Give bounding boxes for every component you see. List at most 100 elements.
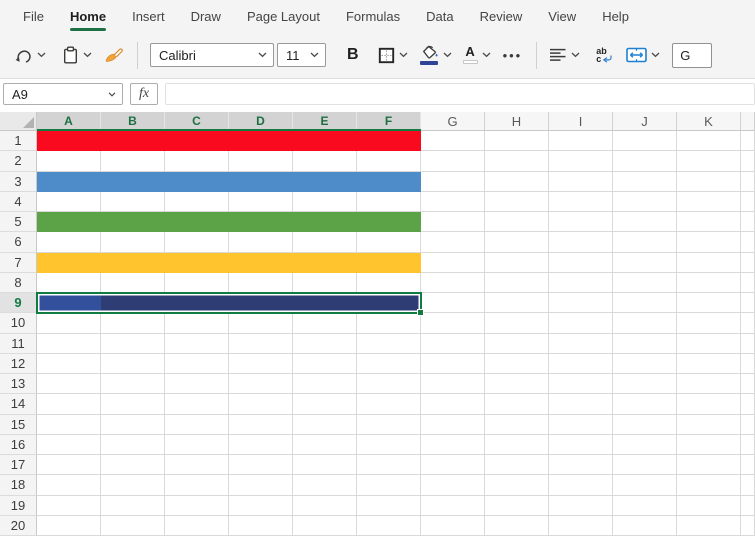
more-font-options-button[interactable]: ••• xyxy=(501,48,525,63)
tab-help[interactable]: Help xyxy=(589,0,642,33)
align-button[interactable] xyxy=(549,48,580,62)
cell-C19[interactable] xyxy=(165,496,229,516)
cell-F20[interactable] xyxy=(357,516,421,536)
cell-B12[interactable] xyxy=(101,354,165,374)
cell-G4[interactable] xyxy=(421,192,485,212)
cell-K4[interactable] xyxy=(677,192,741,212)
cell-B18[interactable] xyxy=(101,475,165,495)
cell-J3[interactable] xyxy=(613,172,677,192)
cell-I16[interactable] xyxy=(549,435,613,455)
cell-C8[interactable] xyxy=(165,273,229,293)
tab-file[interactable]: File xyxy=(10,0,57,33)
column-header-partial[interactable] xyxy=(741,112,755,131)
insert-function-button[interactable]: fx xyxy=(130,83,158,105)
cell-partial2[interactable] xyxy=(741,151,755,171)
cell-A19[interactable] xyxy=(37,496,101,516)
cell-I17[interactable] xyxy=(549,455,613,475)
cell-C17[interactable] xyxy=(165,455,229,475)
cell-A2[interactable] xyxy=(37,151,101,171)
cell-C15[interactable] xyxy=(165,415,229,435)
cell-H1[interactable] xyxy=(485,131,549,151)
cell-G6[interactable] xyxy=(421,232,485,252)
cell-F2[interactable] xyxy=(357,151,421,171)
cell-E15[interactable] xyxy=(293,415,357,435)
cell-A4[interactable] xyxy=(37,192,101,212)
cell-B17[interactable] xyxy=(101,455,165,475)
cell-C2[interactable] xyxy=(165,151,229,171)
cell-J6[interactable] xyxy=(613,232,677,252)
column-header-K[interactable]: K xyxy=(677,112,741,131)
cell-H11[interactable] xyxy=(485,334,549,354)
cell-I8[interactable] xyxy=(549,273,613,293)
cell-partial8[interactable] xyxy=(741,273,755,293)
cell-I6[interactable] xyxy=(549,232,613,252)
cell-B15[interactable] xyxy=(101,415,165,435)
cell-I20[interactable] xyxy=(549,516,613,536)
cell-K9[interactable] xyxy=(677,293,741,313)
row-header-1[interactable]: 1 xyxy=(0,131,37,151)
cell-partial7[interactable] xyxy=(741,253,755,273)
cell-K5[interactable] xyxy=(677,212,741,232)
cell-E6[interactable] xyxy=(293,232,357,252)
cell-K1[interactable] xyxy=(677,131,741,151)
cell-H19[interactable] xyxy=(485,496,549,516)
cell-G19[interactable] xyxy=(421,496,485,516)
bold-button[interactable]: B xyxy=(343,46,363,64)
cell-D15[interactable] xyxy=(229,415,293,435)
merge-cells-button[interactable] xyxy=(626,47,660,63)
cell-H9[interactable] xyxy=(485,293,549,313)
cell-C12[interactable] xyxy=(165,354,229,374)
cell-K2[interactable] xyxy=(677,151,741,171)
cell-J18[interactable] xyxy=(613,475,677,495)
undo-button[interactable] xyxy=(14,47,46,64)
cell-J2[interactable] xyxy=(613,151,677,171)
cell-K11[interactable] xyxy=(677,334,741,354)
font-name-select[interactable]: Calibri xyxy=(150,43,274,67)
cell-I2[interactable] xyxy=(549,151,613,171)
cell-D14[interactable] xyxy=(229,394,293,414)
cell-G8[interactable] xyxy=(421,273,485,293)
cell-E14[interactable] xyxy=(293,394,357,414)
cell-I7[interactable] xyxy=(549,253,613,273)
cell-partial3[interactable] xyxy=(741,172,755,192)
cell-partial9[interactable] xyxy=(741,293,755,313)
cell-G13[interactable] xyxy=(421,374,485,394)
cell-C6[interactable] xyxy=(165,232,229,252)
cell-J16[interactable] xyxy=(613,435,677,455)
column-header-I[interactable]: I xyxy=(549,112,613,131)
cell-E16[interactable] xyxy=(293,435,357,455)
cell-K19[interactable] xyxy=(677,496,741,516)
cell-C14[interactable] xyxy=(165,394,229,414)
row-header-20[interactable]: 20 xyxy=(0,516,37,536)
cell-J14[interactable] xyxy=(613,394,677,414)
format-painter-button[interactable] xyxy=(105,47,125,63)
cell-partial5[interactable] xyxy=(741,212,755,232)
tab-data[interactable]: Data xyxy=(413,0,466,33)
cell-F17[interactable] xyxy=(357,455,421,475)
cell-K14[interactable] xyxy=(677,394,741,414)
cell-D16[interactable] xyxy=(229,435,293,455)
cell-K6[interactable] xyxy=(677,232,741,252)
cell-H2[interactable] xyxy=(485,151,549,171)
cell-E13[interactable] xyxy=(293,374,357,394)
cell-J20[interactable] xyxy=(613,516,677,536)
cell-D4[interactable] xyxy=(229,192,293,212)
cell-D17[interactable] xyxy=(229,455,293,475)
cell-partial20[interactable] xyxy=(741,516,755,536)
cell-D10[interactable] xyxy=(229,313,293,333)
name-box[interactable]: A9 xyxy=(3,83,123,105)
cell-G11[interactable] xyxy=(421,334,485,354)
row-header-18[interactable]: 18 xyxy=(0,475,37,495)
tab-home[interactable]: Home xyxy=(57,0,119,33)
cell-G14[interactable] xyxy=(421,394,485,414)
cell-J19[interactable] xyxy=(613,496,677,516)
cell-C18[interactable] xyxy=(165,475,229,495)
cell-C10[interactable] xyxy=(165,313,229,333)
cell-G18[interactable] xyxy=(421,475,485,495)
cell-F6[interactable] xyxy=(357,232,421,252)
cell-K10[interactable] xyxy=(677,313,741,333)
cell-K8[interactable] xyxy=(677,273,741,293)
row-header-5[interactable]: 5 xyxy=(0,212,37,232)
cell-B10[interactable] xyxy=(101,313,165,333)
cell-H16[interactable] xyxy=(485,435,549,455)
